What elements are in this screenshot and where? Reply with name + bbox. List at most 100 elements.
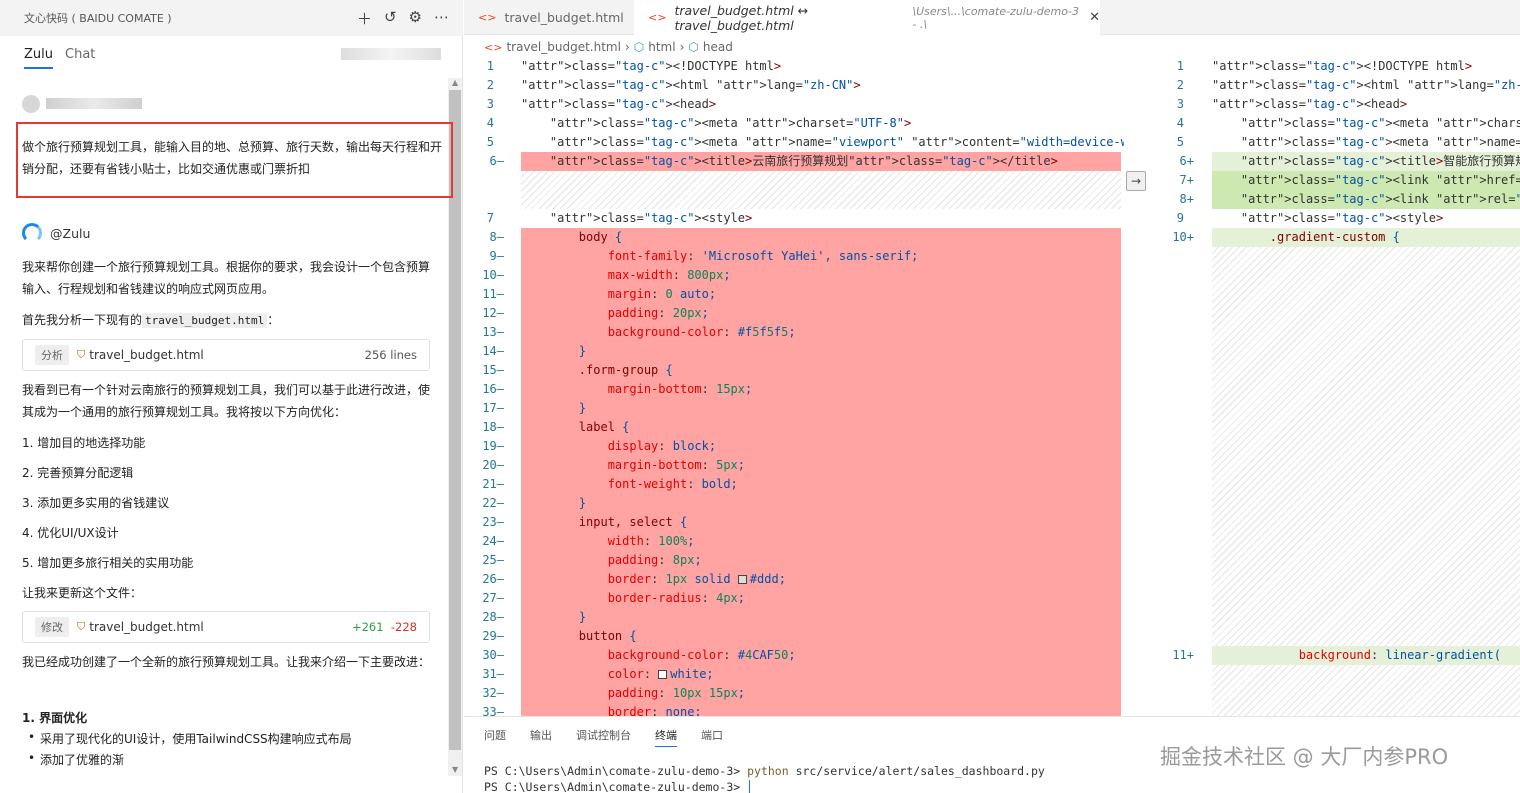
color-swatch[interactable] bbox=[658, 670, 668, 679]
breadcrumb-head[interactable]: head bbox=[703, 40, 733, 54]
line-number: 20— bbox=[482, 458, 504, 472]
line-number: 12— bbox=[482, 306, 504, 320]
cursor bbox=[749, 780, 758, 793]
list-item: 5. 增加更多旅行相关的实用功能 bbox=[22, 556, 194, 570]
reply-paragraph-1: 我来帮你创建一个旅行预算规划工具。根据你的要求，我会设计一个包含预算输入、行程规… bbox=[22, 260, 431, 296]
list-item: 3. 添加更多实用的省钱建议 bbox=[22, 496, 170, 510]
code-line[interactable]: border: none; bbox=[521, 703, 1121, 716]
code-line[interactable]: margin: 0 auto; bbox=[521, 285, 1121, 304]
plus-icon[interactable]: ＋ bbox=[357, 8, 372, 29]
lines-added: +261 bbox=[351, 620, 384, 634]
color-swatch[interactable] bbox=[737, 575, 747, 584]
tab-chat[interactable]: Chat bbox=[65, 47, 95, 62]
editor-tabs: <> travel_budget.html <> travel_budget.htm… bbox=[464, 0, 1520, 35]
code-line[interactable]: "attr">class="tag-c"><meta "attr">charse… bbox=[521, 114, 1121, 133]
code-line[interactable]: input, select { bbox=[521, 513, 1121, 532]
code-line[interactable]: width: 100%; bbox=[521, 532, 1121, 551]
code-line[interactable]: "attr">class="tag-c"><meta "attr">name="… bbox=[521, 133, 1124, 152]
line-number: 9 bbox=[1176, 211, 1184, 225]
code-line[interactable]: "attr">class="tag-c"><title>智能旅行预算规划"att… bbox=[1212, 152, 1520, 171]
revert-arrow-icon[interactable]: → bbox=[1126, 171, 1146, 191]
code-line[interactable]: "attr">class="tag-c"><meta "attr">name="… bbox=[1212, 133, 1520, 152]
tab-label: travel_budget.html bbox=[504, 10, 624, 25]
code-line[interactable]: "attr">class="tag-c"><link "attr">rel="s… bbox=[1212, 190, 1520, 209]
scroll-down-icon[interactable]: ▼ bbox=[452, 765, 458, 774]
code-line[interactable]: padding: 8px; bbox=[521, 551, 1121, 570]
code-line[interactable]: border: 1px solid #ddd; bbox=[521, 570, 1121, 589]
code-line[interactable]: font-family: 'Microsoft YaHei', sans-ser… bbox=[521, 247, 1121, 266]
chevron-right-icon: › bbox=[679, 40, 685, 54]
code-line[interactable]: label { bbox=[521, 418, 1121, 437]
close-icon[interactable]: ✕ bbox=[1089, 10, 1100, 25]
breadcrumb-file[interactable]: travel_budget.html bbox=[506, 40, 621, 54]
code-line[interactable]: margin-bottom: 15px; bbox=[521, 380, 1121, 399]
card-filename: travel_budget.html bbox=[89, 348, 204, 362]
code-line[interactable]: "attr">class="tag-c"><head> bbox=[521, 95, 1121, 114]
code-icon: <> bbox=[478, 11, 497, 24]
code-line[interactable]: background: linear-gradient( bbox=[1212, 646, 1520, 665]
terminal-line[interactable]: PS C:\Users\Admin\comate-zulu-demo-3> py… bbox=[484, 764, 1045, 778]
reply-paragraph-4: 让我来更新这个文件： bbox=[22, 586, 143, 600]
code-line[interactable]: background-color: #4CAF50; bbox=[521, 646, 1121, 665]
code-line[interactable]: "attr">class="tag-c"><title>云南旅行预算规划"att… bbox=[521, 152, 1121, 171]
code-line[interactable]: display: block; bbox=[521, 437, 1121, 456]
code-line[interactable]: "attr">class="tag-c"><head> bbox=[1212, 95, 1520, 114]
line-number: 1 bbox=[1176, 59, 1184, 73]
tab-problems[interactable]: 问题 bbox=[484, 727, 506, 747]
modified-pane[interactable]: 1 "attr">class="tag-c"><!DOCTYPE html> 2 "a… bbox=[1154, 57, 1520, 716]
tab-file[interactable]: <> travel_budget.html bbox=[464, 0, 632, 35]
lines-removed: -228 bbox=[390, 620, 417, 634]
code-line[interactable]: } bbox=[521, 608, 1121, 627]
code-line[interactable]: color: white; bbox=[521, 665, 1121, 684]
tab-output[interactable]: 输出 bbox=[530, 727, 552, 747]
bullet-item: 采用了现代化的UI设计，使用TailwindCSS构建响应式布局 bbox=[28, 730, 352, 747]
code-line[interactable]: margin-bottom: 5px; bbox=[521, 456, 1121, 475]
code-line[interactable]: button { bbox=[521, 627, 1121, 646]
gear-icon[interactable]: ⚙ bbox=[409, 8, 422, 29]
breadcrumb-html[interactable]: html bbox=[648, 40, 675, 54]
tab-zulu[interactable]: Zulu bbox=[24, 47, 53, 69]
line-number: 19— bbox=[482, 439, 504, 453]
modify-file-card[interactable]: 修改 ⛉ travel_budget.html +261 -228 bbox=[22, 611, 430, 643]
tab-terminal[interactable]: 终端 bbox=[655, 727, 677, 747]
analyze-file-card[interactable]: 分析 ⛉ travel_budget.html 256 lines bbox=[22, 339, 430, 371]
code-line[interactable]: padding: 10px 15px; bbox=[521, 684, 1121, 703]
line-number: 1 bbox=[486, 59, 494, 73]
tab-ports[interactable]: 端口 bbox=[701, 727, 723, 747]
code-line[interactable]: max-width: 800px; bbox=[521, 266, 1121, 285]
code-line[interactable]: } bbox=[521, 494, 1121, 513]
code-line[interactable]: "attr">class="tag-c"><style> bbox=[1212, 209, 1520, 228]
code-line[interactable]: "attr">class="tag-c"><meta "attr">charse… bbox=[1212, 114, 1520, 133]
code-line[interactable]: padding: 20px; bbox=[521, 304, 1121, 323]
line-number: 3 bbox=[1176, 97, 1184, 111]
code-line[interactable]: "attr">class="tag-c"><style> bbox=[521, 209, 1121, 228]
code-line[interactable]: } bbox=[521, 399, 1121, 418]
code-line[interactable]: border-radius: 4px; bbox=[521, 589, 1121, 608]
tab-diff[interactable]: <> travel_budget.html ↔ travel_budget.htm… bbox=[634, 0, 1100, 35]
code-line[interactable]: background-color: #f5f5f5; bbox=[521, 323, 1121, 342]
code-line[interactable]: "attr">class="tag-c"><!DOCTYPE html> bbox=[521, 57, 1121, 76]
code-icon: <> bbox=[484, 40, 503, 54]
code-line[interactable]: body { bbox=[521, 228, 1121, 247]
inline-code: travel_budget.html bbox=[142, 313, 268, 328]
original-pane[interactable]: 1 "attr">class="tag-c"><!DOCTYPE html> 2 "a… bbox=[464, 57, 1124, 716]
code-line[interactable]: .form-group { bbox=[521, 361, 1121, 380]
code-icon: <> bbox=[648, 11, 667, 24]
line-number: 28— bbox=[482, 610, 504, 624]
diff-gap bbox=[1212, 665, 1520, 716]
p2-text: 首先我分析一下现有的 bbox=[22, 313, 143, 327]
code-line[interactable]: "attr">class="tag-c"><!DOCTYPE html> bbox=[1212, 57, 1520, 76]
more-icon[interactable]: ⋯ bbox=[434, 8, 449, 29]
code-line[interactable]: } bbox=[521, 342, 1121, 361]
code-line[interactable]: font-weight: bold; bbox=[521, 475, 1121, 494]
line-number: 18— bbox=[482, 420, 504, 434]
history-icon[interactable]: ↺ bbox=[384, 8, 397, 29]
code-line[interactable]: "attr">class="tag-c"><html "attr">lang="… bbox=[521, 76, 1121, 95]
line-number: 25— bbox=[482, 553, 504, 567]
code-line[interactable]: "attr">class="tag-c"><html "attr">lang="… bbox=[1212, 76, 1520, 95]
scroll-up-icon[interactable]: ▲ bbox=[452, 78, 458, 87]
code-line[interactable]: "attr">class="tag-c"><link "attr">href="… bbox=[1212, 171, 1520, 190]
tab-debug-console[interactable]: 调试控制台 bbox=[576, 727, 631, 747]
terminal-line[interactable]: PS C:\Users\Admin\comate-zulu-demo-3> bbox=[484, 780, 758, 793]
code-line[interactable]: .gradient-custom { bbox=[1212, 228, 1520, 247]
